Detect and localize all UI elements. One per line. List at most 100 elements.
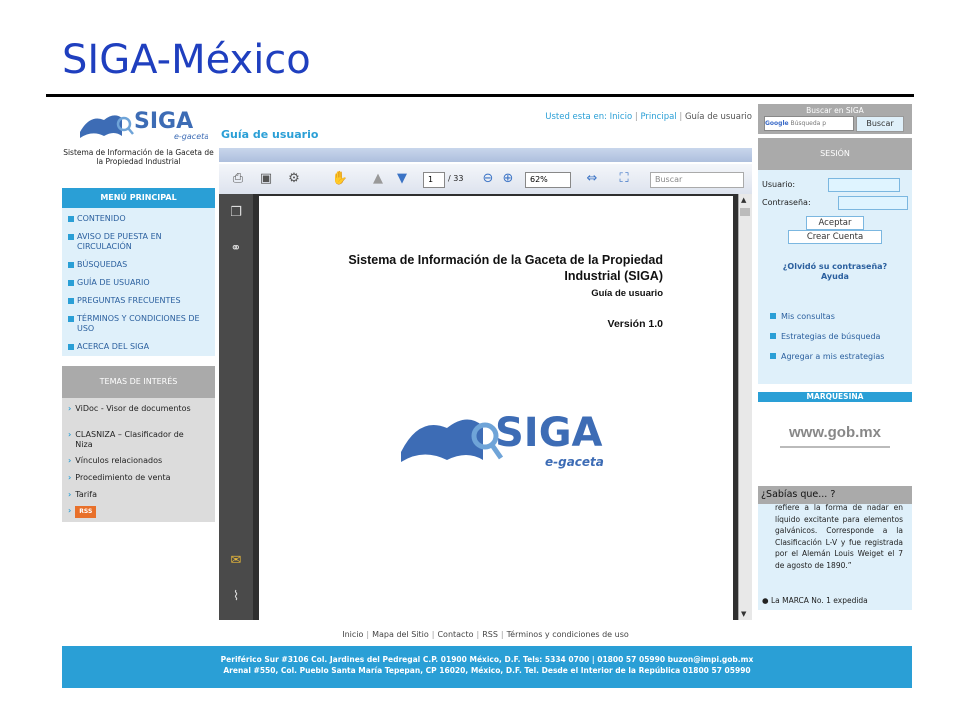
breadcrumb-prefix: Usted esta en: (545, 112, 607, 122)
pdf-side-panel: ❐ ⚭ ✉ ⌇ (219, 194, 253, 620)
username-label: Usuario: (762, 180, 796, 189)
pages-icon[interactable]: ❐ (227, 204, 245, 222)
link-estrategias[interactable]: Estrategias de búsqueda (770, 332, 880, 341)
breadcrumb-inicio[interactable]: Inicio (610, 112, 633, 122)
scroll-up-icon[interactable]: ▲ (741, 196, 746, 204)
main-menu: CONTENIDO AVISO DE PUESTA EN CIRCULACIÓN… (62, 208, 215, 356)
zoom-in-icon[interactable]: ⊕ (499, 170, 517, 188)
temas-header: TEMAS DE INTERÉS (62, 366, 215, 398)
accept-button[interactable]: Aceptar (806, 216, 864, 230)
main-menu-header: MENÚ PRINCIPAL (62, 188, 215, 208)
scroll-down-icon[interactable]: ▼ (741, 610, 746, 618)
tema-item-tarifa[interactable]: › Tarifa (68, 490, 210, 500)
document-logo-text: SIGA (495, 410, 603, 456)
attachment-icon[interactable]: ⌇ (227, 588, 245, 606)
footer-link-inicio[interactable]: Inicio (342, 630, 363, 639)
hand-tool-icon[interactable]: ✋ (331, 170, 349, 188)
footer-link-contacto[interactable]: Contacto (437, 630, 473, 639)
next-page-icon[interactable]: ▼ (393, 170, 411, 188)
breadcrumb-principal[interactable]: Principal (640, 112, 676, 122)
did-you-know-panel: refiere a la forma de nadar en líquido e… (758, 504, 912, 610)
footer-link-mapa[interactable]: Mapa del Sitio (372, 630, 429, 639)
tema-item-vidoc[interactable]: › ViDoc - Visor de documentos (68, 404, 210, 414)
page-number-input[interactable]: 1 (423, 172, 445, 188)
siga-logo[interactable]: SIGA e-gaceta (78, 104, 208, 144)
username-field[interactable] (828, 178, 900, 192)
password-label: Contraseña: (762, 198, 811, 207)
breadcrumb-separator: | (679, 112, 683, 122)
password-field[interactable] (838, 196, 908, 210)
save-icon[interactable]: ▣ (257, 170, 275, 188)
session-header: SESIÓN (758, 138, 912, 170)
document-logo-subtext: e-gaceta (545, 455, 604, 469)
google-label: Google (765, 120, 789, 127)
google-search-input[interactable]: Google Búsqueda p (764, 116, 854, 131)
chevron-right-icon: › (68, 430, 72, 439)
menu-item-preguntas[interactable]: PREGUNTAS FRECUENTES (68, 296, 210, 306)
did-you-know-text: refiere a la forma de nadar en líquido e… (775, 504, 903, 570)
bullet-square-icon (68, 279, 74, 286)
document-title: Sistema de Información de la Gaceta de l… (348, 253, 663, 283)
scroll-thumb[interactable] (740, 208, 750, 216)
footer-link-rss[interactable]: RSS (482, 630, 498, 639)
slide-title: SIGA-México (62, 37, 311, 83)
bullet-square-icon (68, 315, 74, 322)
footer-address-1: Periférico Sur #3106 Col. Jardines del P… (220, 655, 754, 664)
bullet-square-icon (68, 233, 74, 240)
search-button[interactable]: Buscar (856, 116, 904, 132)
chevron-right-icon: › (68, 456, 72, 465)
fit-width-icon[interactable]: ⇔ (583, 170, 601, 188)
pdf-scrollbar[interactable]: ▲ ▼ (738, 194, 752, 620)
did-you-know-header: ¿Sabías que... ? (758, 486, 912, 504)
menu-item-acerca[interactable]: ACERCA DEL SIGA (68, 342, 210, 352)
tema-item-rss[interactable]: › RSS (68, 506, 210, 518)
bullet-square-icon (68, 261, 74, 268)
print-icon[interactable]: ⎙ (229, 170, 247, 188)
breadcrumb: Usted esta en: Inicio | Principal | Guía… (545, 112, 752, 122)
fit-page-icon[interactable]: ⛶ (615, 170, 633, 188)
rss-badge[interactable]: RSS (75, 506, 97, 518)
previous-page-icon[interactable]: ▲ (369, 170, 387, 188)
tema-item-vinculos[interactable]: › Vínculos relacionados (68, 456, 210, 466)
right-column: Buscar en SIGA Google Búsqueda p Buscar … (758, 104, 912, 634)
link-agregar-estrategias[interactable]: Agregar a mis estrategias (770, 352, 884, 361)
title-divider (46, 94, 914, 97)
zoom-select[interactable]: 62% (525, 172, 571, 188)
did-you-know-next-item: ● La MARCA No. 1 expedida (762, 596, 868, 605)
gob-mx-banner[interactable]: www.gob.mx (780, 420, 890, 460)
marquee-header: MARQUESINA (758, 392, 912, 402)
zoom-out-icon[interactable]: ⊖ (479, 170, 497, 188)
share-icon[interactable]: ⚙ (285, 170, 303, 188)
tema-item-clasniza[interactable]: › CLASNIZA – Clasificador de Niza (68, 430, 210, 450)
content-band (219, 148, 752, 162)
temas-list: › ViDoc - Visor de documentos › CLASNIZA –… (62, 398, 215, 522)
menu-item-aviso[interactable]: AVISO DE PUESTA EN CIRCULACIÓN (68, 232, 210, 252)
create-account-button[interactable]: Crear Cuenta (788, 230, 882, 244)
logo-text: SIGA (134, 109, 193, 134)
menu-item-contenido[interactable]: CONTENIDO (68, 214, 210, 224)
logo-subtext: e-gaceta (174, 132, 208, 141)
center-column: Usted esta en: Inicio | Principal | Guía… (219, 100, 752, 690)
chevron-right-icon: › (68, 506, 72, 515)
menu-item-guia[interactable]: GUÍA DE USUARIO (68, 278, 210, 288)
footer-link-terminos[interactable]: Términos y condiciones de uso (507, 630, 629, 639)
chevron-right-icon: › (68, 404, 72, 413)
bullet-square-icon (770, 333, 776, 339)
menu-item-terminos[interactable]: TÉRMINOS Y CONDICIONES DE USO (68, 314, 210, 334)
chevron-right-icon: › (68, 473, 72, 482)
pdf-viewer[interactable]: Sistema de Información de la Gaceta de l… (253, 194, 752, 620)
site-tagline: Sistema de Información de la Gaceta de l… (63, 148, 214, 166)
link-mis-consultas[interactable]: Mis consultas (770, 312, 835, 321)
tema-item-procedimiento[interactable]: › Procedimiento de venta (68, 473, 210, 483)
comments-icon[interactable]: ✉ (227, 552, 245, 570)
footer-bar: Periférico Sur #3106 Col. Jardines del P… (62, 646, 912, 688)
search-panel-title: Buscar en SIGA (806, 106, 864, 115)
bullet-square-icon (770, 353, 776, 359)
siga-website: SIGA e-gaceta Sistema de Información de … (62, 100, 912, 690)
binoculars-icon[interactable]: ⚭ (227, 240, 245, 258)
pdf-toolbar: ⎙ ▣ ⚙ ✋ ▲ ▼ 1 / 33 ⊖ ⊕ 62% ⇔ ⛶ Buscar (219, 164, 752, 195)
menu-item-busquedas[interactable]: BÚSQUEDAS (68, 260, 210, 270)
forgot-password-link[interactable]: ¿Olvidó su contraseña? Ayuda (758, 262, 912, 282)
pdf-search-field[interactable]: Buscar (650, 172, 744, 188)
pdf-page: Sistema de Información de la Gaceta de l… (259, 196, 733, 620)
